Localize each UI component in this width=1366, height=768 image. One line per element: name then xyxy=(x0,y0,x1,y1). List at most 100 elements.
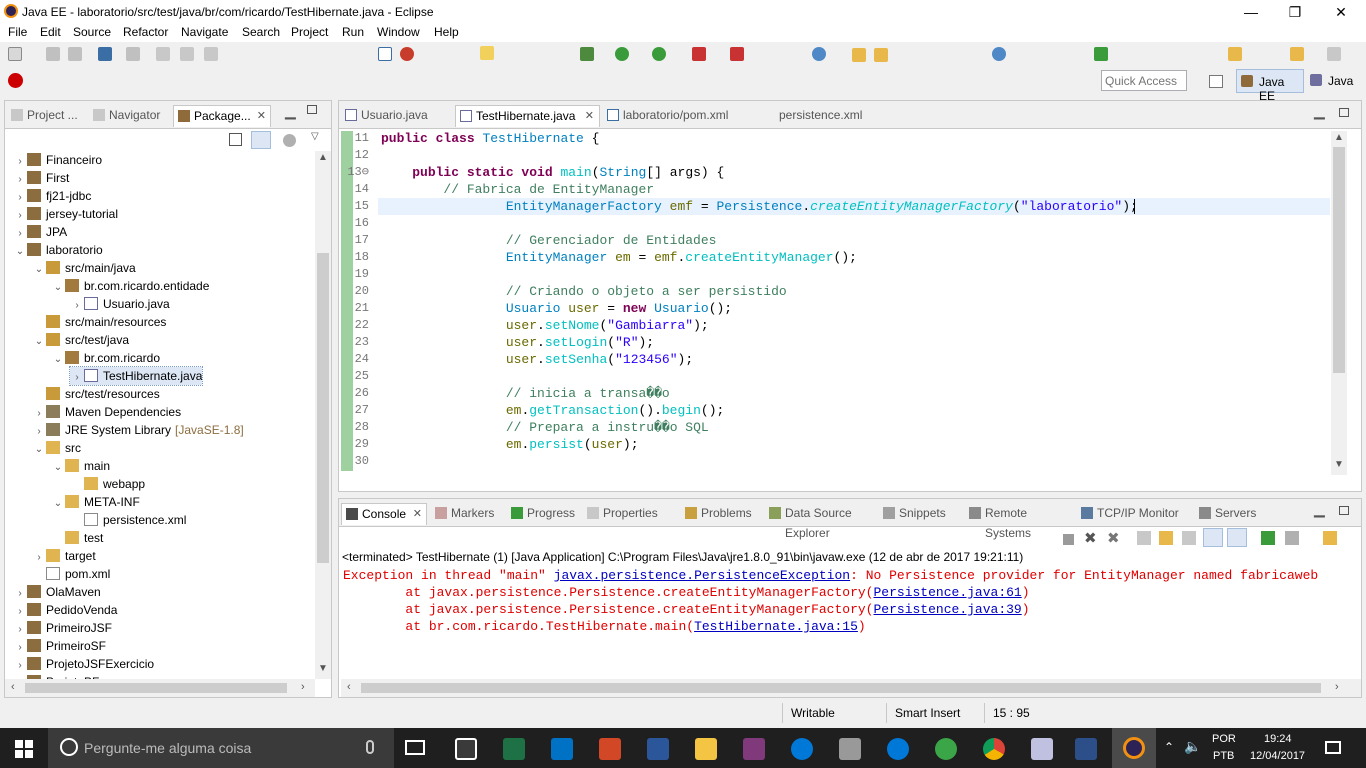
tab-data-source-explorer[interactable]: Data Source Explorer xyxy=(765,503,875,540)
tab-remote-systems[interactable]: Remote Systems xyxy=(965,503,1073,540)
minimize-editor-icon[interactable]: ▁ xyxy=(1314,103,1325,120)
code-line[interactable]: user.setLogin("R"); xyxy=(381,334,654,351)
new-class-icon[interactable] xyxy=(812,47,826,61)
tree-item[interactable]: pom.xml xyxy=(32,565,110,583)
file-explorer-icon[interactable] xyxy=(695,738,717,760)
code-line[interactable]: Usuario user = new Usuario(); xyxy=(381,300,732,317)
edge-icon[interactable] xyxy=(887,738,909,760)
open-file-icon[interactable] xyxy=(874,48,888,62)
tree-item[interactable]: › target xyxy=(32,547,96,565)
quick-access-input[interactable] xyxy=(1101,70,1187,91)
save-all-icon[interactable] xyxy=(68,47,82,61)
suspend-icon[interactable] xyxy=(180,47,194,61)
remove-launch-icon[interactable]: ✖ xyxy=(1084,529,1097,547)
tree-item[interactable]: › ProjetoJSFExercicio xyxy=(13,655,154,673)
tree-item[interactable]: › PedidoVenda xyxy=(13,601,117,619)
open-console-icon[interactable] xyxy=(1323,531,1337,545)
back-icon[interactable] xyxy=(1290,47,1304,61)
maximize-button[interactable]: ❐ xyxy=(1272,2,1318,22)
tree-item[interactable]: test xyxy=(51,529,103,547)
open-perspective-icon[interactable] xyxy=(1209,75,1223,88)
code-line[interactable]: public static void main(String[] args) { xyxy=(381,164,724,181)
expanded-chevron-icon[interactable]: ⌄ xyxy=(32,261,46,279)
focus-icon[interactable] xyxy=(283,134,296,147)
task-view-icon[interactable] xyxy=(405,740,425,755)
tree-item[interactable]: › jersey-tutorial xyxy=(13,205,118,223)
tree-scrollbar-thumb[interactable] xyxy=(317,253,329,563)
app-blue-icon[interactable] xyxy=(1075,738,1097,760)
code-line[interactable]: // inicia a transa��o xyxy=(381,385,670,402)
tree-item[interactable]: src/test/resources xyxy=(32,385,160,403)
tree-item[interactable]: › Maven Dependencies xyxy=(32,403,181,421)
menu-project[interactable]: Project xyxy=(291,25,328,39)
code-line[interactable]: user.setNome("Gambiarra"); xyxy=(381,317,709,334)
next-annotation-icon[interactable] xyxy=(1228,47,1242,61)
debug-icon[interactable] xyxy=(580,47,594,61)
menu-source[interactable]: Source xyxy=(73,25,111,39)
tab-properties[interactable]: Properties xyxy=(583,503,677,525)
word-icon[interactable] xyxy=(647,738,669,760)
stacktrace-link[interactable]: TestHibernate.java:15 xyxy=(694,619,858,634)
tree-item[interactable]: ⌄ main xyxy=(51,457,110,475)
clock-date[interactable]: 12/04/2017 xyxy=(1250,750,1305,762)
clock-time[interactable]: 19:24 xyxy=(1264,733,1292,745)
terminal-icon[interactable] xyxy=(98,47,112,61)
language-por[interactable]: POR xyxy=(1212,733,1236,745)
tree-item[interactable]: ⌄ META-INF xyxy=(51,493,140,511)
settings-icon[interactable] xyxy=(791,738,813,760)
tree-item[interactable]: ⌄ br.com.ricardo.entidade xyxy=(51,277,209,295)
terminate-icon[interactable] xyxy=(204,47,218,61)
stacktrace-link[interactable]: Persistence.java:61 xyxy=(874,585,1022,600)
menu-help[interactable]: Help xyxy=(434,25,459,39)
tree-scrollbar-v[interactable]: ▲ ▼ xyxy=(315,151,331,679)
link-editor-icon[interactable] xyxy=(251,131,271,149)
tree-item[interactable]: › PrimeiroJSF xyxy=(13,619,112,637)
pin-console-icon[interactable] xyxy=(1261,531,1275,545)
powerpoint-icon[interactable] xyxy=(599,738,621,760)
console-scrollbar-h[interactable]: ‹ › xyxy=(341,679,1361,697)
tree-item[interactable]: ⌄ src/test/java xyxy=(32,331,129,349)
volume-icon[interactable]: 🔈 xyxy=(1184,738,1201,755)
expanded-chevron-icon[interactable]: ⌄ xyxy=(13,243,27,261)
code-line[interactable]: user.setSenha("123456"); xyxy=(381,351,693,368)
tree-item[interactable]: › PrimeiroSF xyxy=(13,637,106,655)
perspective-java-button[interactable]: Java xyxy=(1308,69,1362,93)
tree-item[interactable]: › OlaMaven xyxy=(13,583,101,601)
tree-item[interactable]: ⌄ br.com.ricardo xyxy=(51,349,160,367)
perspective-javaee-button[interactable]: Java EE xyxy=(1236,69,1304,103)
close-button[interactable]: ✕ xyxy=(1318,2,1364,22)
tree-scrollbar-h-thumb[interactable] xyxy=(25,683,287,693)
view-menu-icon[interactable]: ▽ xyxy=(311,131,319,142)
minimize-view-icon[interactable]: ▁ xyxy=(285,103,296,120)
run-last-icon[interactable] xyxy=(1094,47,1108,61)
chrome-icon[interactable] xyxy=(983,738,1005,760)
tree-item[interactable]: › Usuario.java xyxy=(70,295,170,313)
show-on-output-icon[interactable] xyxy=(1203,528,1223,547)
tree-item[interactable]: › First xyxy=(13,169,69,187)
code-line[interactable]: // Prepara a instru��o SQL xyxy=(381,419,709,436)
web-browser-icon[interactable] xyxy=(400,47,414,61)
new-icon[interactable] xyxy=(8,47,22,61)
tab-progress[interactable]: Progress xyxy=(507,503,579,525)
onenote-icon[interactable] xyxy=(743,738,765,760)
tree-item[interactable]: › Financeiro xyxy=(13,151,102,169)
tree-scrollbar-h[interactable]: ‹ › xyxy=(5,679,315,697)
highlight-icon[interactable] xyxy=(480,46,494,60)
maximize-view-icon[interactable] xyxy=(307,105,317,114)
globe-icon[interactable] xyxy=(992,47,1006,61)
language-ptb[interactable]: PTB xyxy=(1213,750,1234,762)
microphone-icon[interactable] xyxy=(366,740,374,754)
tab-project-explorer[interactable]: Project ... xyxy=(7,105,87,127)
word-wrap-icon[interactable] xyxy=(1182,531,1196,545)
paint-icon[interactable] xyxy=(1031,738,1053,760)
code-line[interactable]: // Criando o objeto a ser persistido xyxy=(381,283,787,300)
expanded-chevron-icon[interactable]: ⌄ xyxy=(51,495,65,513)
minimize-button[interactable]: — xyxy=(1228,2,1274,22)
expanded-chevron-icon[interactable]: ⌄ xyxy=(51,351,65,369)
publish-icon[interactable] xyxy=(730,47,744,61)
remove-all-icon[interactable]: ✖ xyxy=(1107,529,1120,547)
computer-icon[interactable] xyxy=(839,738,861,760)
outlook-icon[interactable] xyxy=(551,738,573,760)
tree-item[interactable]: › TestHibernate.java xyxy=(68,366,204,386)
terminate-icon[interactable] xyxy=(1063,534,1074,545)
